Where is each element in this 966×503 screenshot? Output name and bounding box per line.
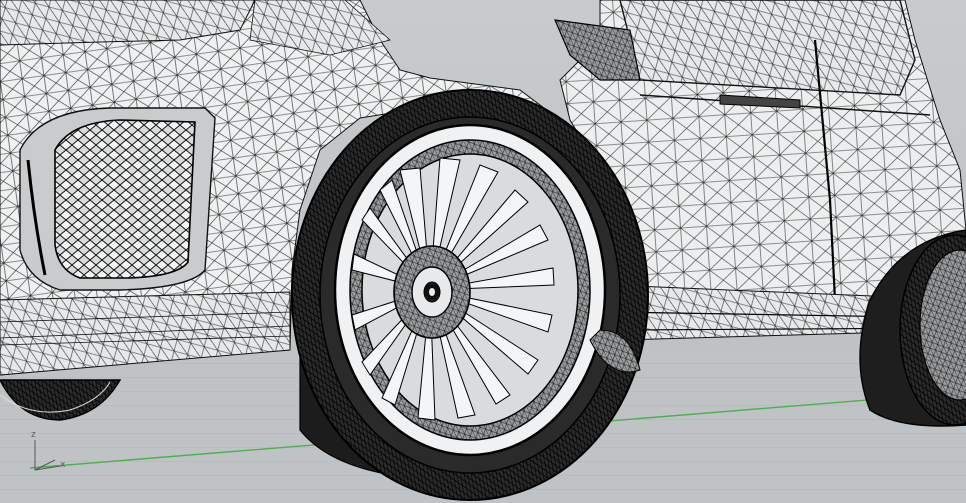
axis-x-label: x: [60, 460, 66, 470]
wireframe-scene: [0, 0, 966, 503]
grille-mesh: [54, 119, 196, 279]
axis-z-label: z: [31, 430, 36, 440]
3d-viewport[interactable]: z x: [0, 0, 966, 503]
window-frame: [619, 0, 916, 96]
